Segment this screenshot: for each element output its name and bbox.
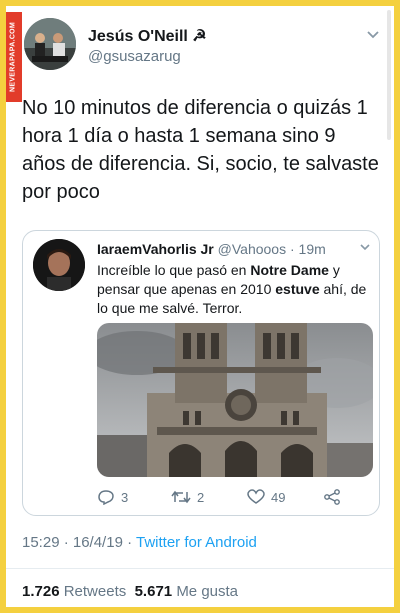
share-icon: [324, 489, 340, 505]
retweets-count[interactable]: 1.726: [22, 583, 60, 600]
tweet-text: No 10 minutos de diferencia o quizás 1 h…: [22, 97, 379, 203]
likes-count[interactable]: 5.671: [135, 583, 173, 600]
avatar[interactable]: [24, 18, 76, 70]
timestamp: 15:29 · 16/4/19 · Twitter for Android: [22, 534, 257, 551]
quoted-handle[interactable]: @Vahooos: [218, 241, 286, 257]
user-handle[interactable]: @gsusazarug: [88, 48, 181, 65]
quoted-avatar[interactable]: [33, 239, 85, 291]
quoted-tweet[interactable]: IaraemVahorlis Jr @Vahooos · 19m Increíb…: [22, 230, 380, 516]
display-name[interactable]: Jesús O'Neill ☭: [88, 26, 207, 46]
source-link[interactable]: Twitter for Android: [136, 534, 257, 551]
divider: [6, 568, 394, 569]
chevron-down-icon[interactable]: [366, 30, 380, 40]
quoted-text: Increíble lo que pasó en Notre Dame y pe…: [97, 262, 367, 316]
quoted-name[interactable]: IaraemVahorlis Jr: [97, 241, 214, 257]
tweet-card: NEVERAPAPA.COM Jesús O'Neill ☭ @gsusazar…: [6, 6, 394, 607]
heart-icon: [247, 489, 265, 504]
retweet-count: 2: [197, 489, 205, 505]
chevron-down-icon[interactable]: [359, 243, 371, 252]
engagement-stats: 1.726 Retweets 5.671 Me gusta: [22, 583, 238, 600]
like-action[interactable]: 49: [247, 489, 285, 505]
share-action[interactable]: [323, 489, 341, 505]
quoted-actions: 3 2 49: [97, 489, 373, 509]
retweet-icon: [171, 490, 191, 504]
reply-count: 3: [121, 489, 129, 505]
retweet-action[interactable]: 2: [171, 489, 204, 505]
notre-dame-image[interactable]: [97, 323, 373, 477]
quoted-time: · 19m: [289, 241, 326, 257]
like-count: 49: [271, 489, 286, 505]
reply-action[interactable]: 3: [97, 489, 128, 505]
watermark-logo: NEVERAPAPA.COM: [6, 12, 22, 102]
retweets-label[interactable]: Retweets: [64, 583, 127, 600]
reply-icon: [98, 490, 114, 505]
scrollbar[interactable]: [387, 10, 391, 140]
likes-label[interactable]: Me gusta: [176, 583, 238, 600]
quoted-header: IaraemVahorlis Jr @Vahooos · 19m: [97, 241, 326, 257]
